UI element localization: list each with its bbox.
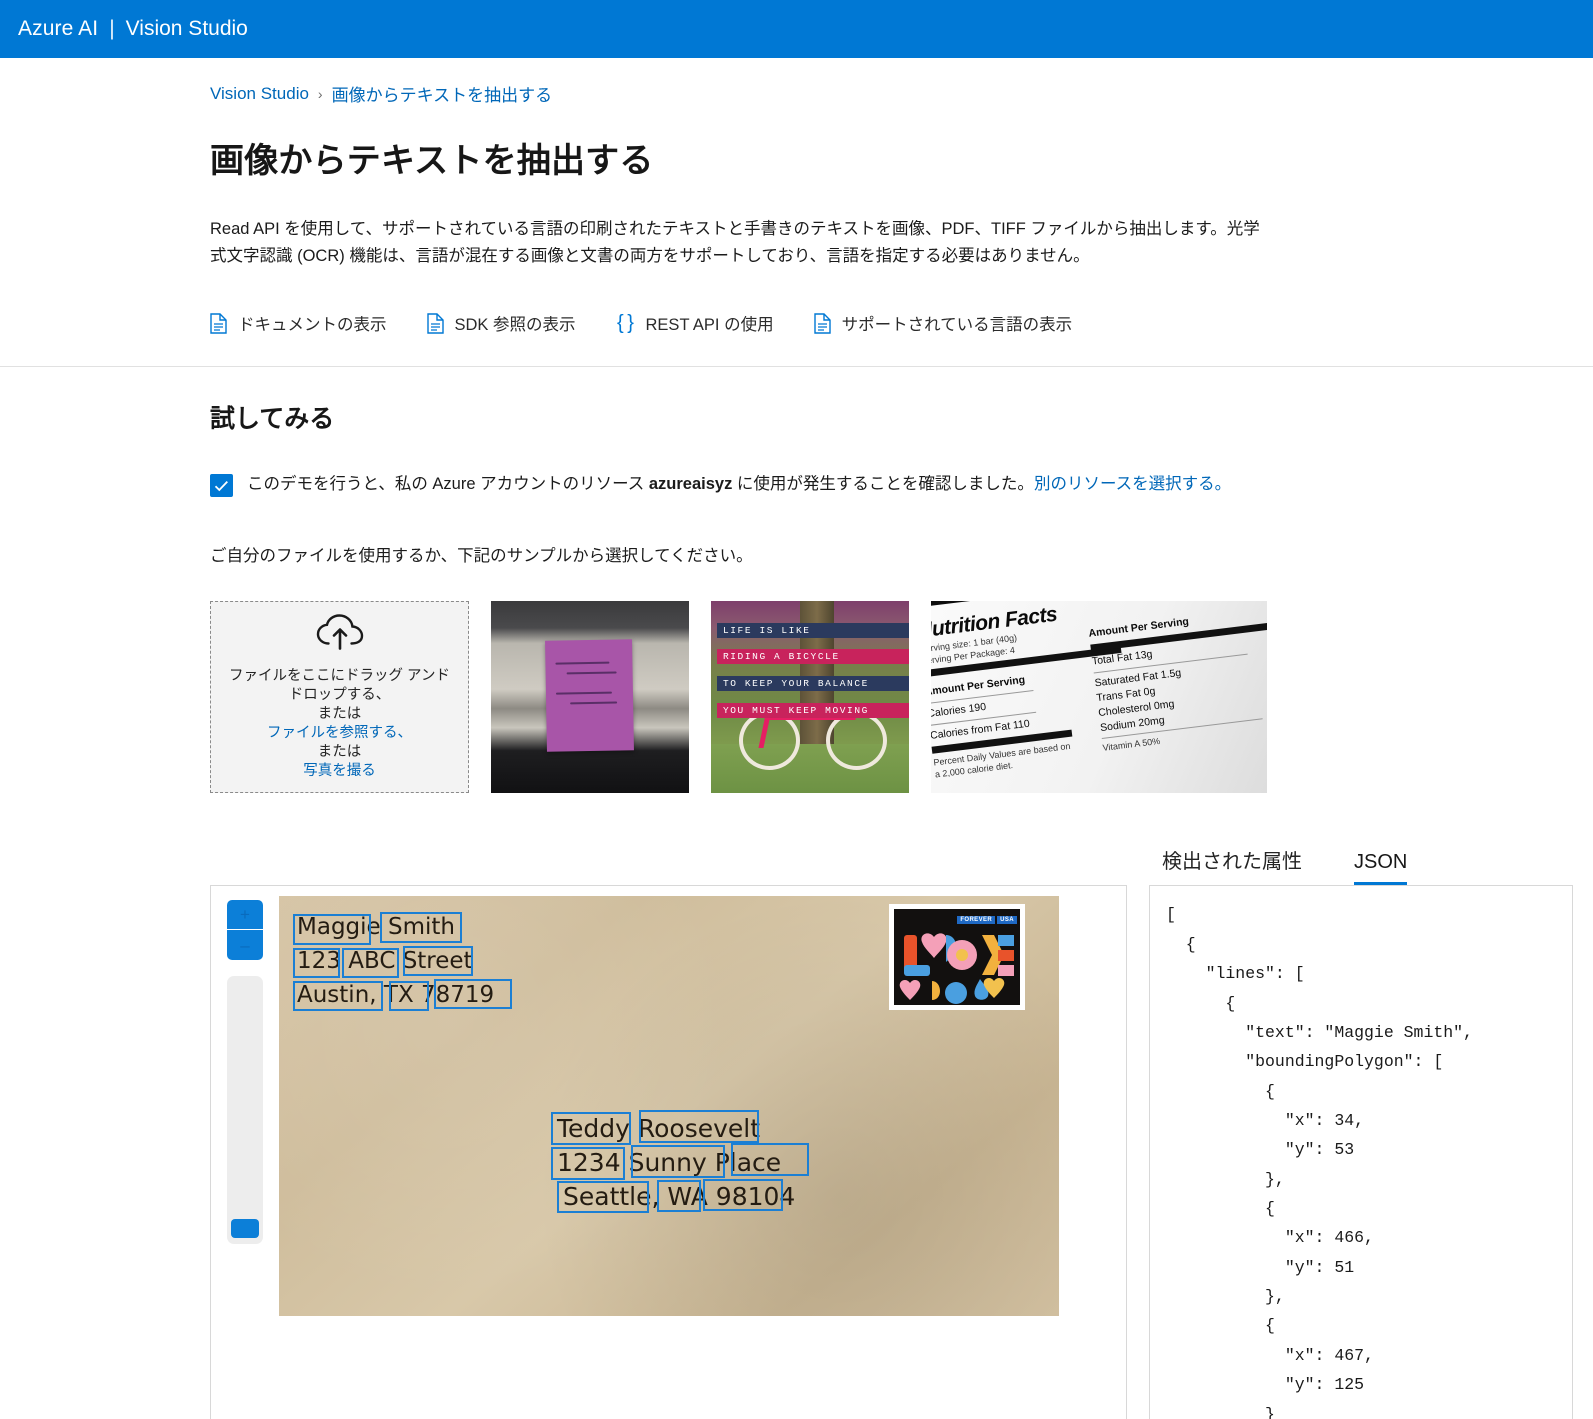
sample-thumbnail-bicycle[interactable]: LIFE IS LIKE RIDING A BICYCLE TO KEEP YO… bbox=[711, 601, 909, 794]
doc-link-label: SDK 参照の表示 bbox=[454, 316, 576, 335]
detection-box bbox=[389, 981, 429, 1012]
choose-file-instruction: ご自分のファイルを使用するか、下記のサンプルから選択してください。 bbox=[210, 547, 753, 566]
nutrition-right-column: Amount Per Serving Total Fat 13g Saturat… bbox=[1088, 605, 1267, 755]
sample-thumbnail-sticky-note[interactable] bbox=[491, 601, 689, 794]
results-area: + – Maggie Smith 123 ABC Street Austin, … bbox=[0, 833, 1573, 1419]
page-description: Read API を使用して、サポートされている言語の印刷されたテキストと手書き… bbox=[210, 220, 1260, 265]
consent-text: このデモを行うと、私の Azure アカウントのリソース azureaisyz … bbox=[247, 473, 1231, 496]
page-title: 画像からテキストを抽出する bbox=[210, 142, 654, 180]
view-sdk-reference-link[interactable]: SDK 参照の表示 bbox=[426, 311, 576, 335]
detection-box bbox=[403, 946, 473, 977]
section-divider bbox=[0, 366, 1593, 368]
zoom-slider-handle[interactable] bbox=[231, 1219, 259, 1239]
postage-stamp: FOREVER USA bbox=[889, 904, 1025, 1011]
nutrition-label-graphic: Nutrition Facts Serving size: 1 bar (40g… bbox=[931, 601, 1267, 794]
braces-icon: { } bbox=[617, 311, 634, 334]
resource-name: azureaisyz bbox=[648, 475, 733, 494]
consent-text-post: に使用が発生することを確認しました。 bbox=[732, 475, 1034, 494]
dropzone-instruction: ファイルをここにドラッグ アンド ドロップする、 bbox=[229, 667, 450, 703]
doc-link-label: REST API の使用 bbox=[645, 316, 774, 335]
document-icon bbox=[813, 313, 831, 334]
use-rest-api-link[interactable]: { } REST API の使用 bbox=[616, 311, 774, 335]
detection-box bbox=[293, 981, 383, 1012]
zoom-controls: + – bbox=[227, 900, 263, 1245]
brand-label: Azure AI bbox=[18, 17, 99, 40]
sticky-note-graphic bbox=[545, 639, 635, 752]
zoom-in-button[interactable]: + bbox=[227, 900, 263, 931]
poster-line-3: TO KEEP YOUR BALANCE bbox=[716, 676, 909, 692]
detection-box bbox=[293, 948, 340, 979]
dropzone-or-2: または bbox=[317, 744, 362, 761]
breadcrumb-current-link[interactable]: 画像からテキストを抽出する bbox=[332, 81, 553, 106]
app-header: Azure AI | Vision Studio bbox=[0, 0, 1593, 58]
change-resource-link[interactable]: 別のリソースを選択する。 bbox=[1034, 475, 1231, 493]
detection-box bbox=[557, 1181, 649, 1214]
view-supported-languages-link[interactable]: サポートされている言語の表示 bbox=[813, 311, 1073, 335]
zoom-out-button[interactable]: – bbox=[227, 930, 263, 961]
chevron-right-icon: › bbox=[317, 85, 323, 102]
detection-box bbox=[434, 979, 512, 1010]
document-icon bbox=[210, 313, 227, 334]
zoom-button-group: + – bbox=[227, 900, 263, 961]
detection-box bbox=[342, 948, 399, 979]
json-output-panel[interactable]: [ { "lines": [ { "text": "Maggie Smith",… bbox=[1149, 885, 1573, 1419]
zoom-slider-track[interactable] bbox=[227, 976, 263, 1245]
detection-box bbox=[731, 1143, 809, 1177]
sample-thumbnail-nutrition-facts[interactable]: Nutrition Facts Serving size: 1 bar (40g… bbox=[931, 601, 1267, 794]
nutrition-amount-per-serving: Amount Per Serving bbox=[931, 674, 1026, 699]
doc-links-row: ドキュメントの表示 SDK 参照の表示 { } REST API の使用 サポー… bbox=[210, 311, 1573, 335]
doc-link-label: サポートされている言語の表示 bbox=[841, 316, 1073, 335]
poster-line-2: RIDING A BICYCLE bbox=[716, 649, 909, 665]
page-content: Vision Studio › 画像からテキストを抽出する 画像からテキストを抽… bbox=[0, 81, 1593, 1419]
detection-box bbox=[380, 912, 462, 944]
stamp-forever-label: FOREVER bbox=[957, 916, 996, 925]
samples-row: ファイルをここにドラッグ アンド ドロップする、 または ファイルを参照する、 … bbox=[210, 601, 1573, 794]
bicycle-frame-graphic bbox=[759, 714, 858, 748]
envelope-image[interactable]: Maggie Smith 123 ABC Street Austin, TX 7… bbox=[279, 896, 1059, 1317]
detection-box bbox=[703, 1179, 783, 1212]
cloud-upload-icon bbox=[316, 613, 364, 656]
try-it-heading: 試してみる bbox=[210, 405, 335, 434]
detection-box bbox=[631, 1145, 725, 1179]
product-label: Vision Studio bbox=[125, 17, 248, 40]
stamp-artwork: FOREVER USA bbox=[894, 909, 1020, 1006]
detection-box bbox=[639, 1110, 759, 1144]
view-documentation-link[interactable]: ドキュメントの表示 bbox=[210, 311, 387, 335]
poster-line-4: YOU MUST KEEP MOVING bbox=[716, 703, 909, 719]
breadcrumb: Vision Studio › 画像からテキストを抽出する bbox=[210, 81, 1573, 106]
breadcrumb-root-link[interactable]: Vision Studio bbox=[210, 84, 309, 104]
stamp-denomination: FOREVER USA bbox=[957, 916, 1017, 925]
browse-files-link[interactable]: ファイルを参照する、 bbox=[267, 724, 412, 743]
detection-box bbox=[551, 1112, 631, 1146]
image-viewer-panel: + – Maggie Smith 123 ABC Street Austin, … bbox=[210, 885, 1127, 1419]
take-photo-link[interactable]: 写真を撮る bbox=[303, 762, 376, 781]
file-dropzone[interactable]: ファイルをここにドラッグ アンド ドロップする、 または ファイルを参照する、 … bbox=[210, 601, 469, 794]
detection-box bbox=[657, 1180, 701, 1213]
check-icon bbox=[214, 480, 228, 492]
consent-row: このデモを行うと、私の Azure アカウントのリソース azureaisyz … bbox=[210, 473, 1573, 498]
detection-box bbox=[551, 1147, 625, 1181]
consent-checkbox[interactable] bbox=[210, 474, 233, 498]
image-viewer-column: + – Maggie Smith 123 ABC Street Austin, … bbox=[210, 833, 1127, 1419]
json-output-text: [ { "lines": [ { "text": "Maggie Smith",… bbox=[1166, 905, 1473, 1419]
tab-detected-attributes[interactable]: 検出された属性 bbox=[1162, 845, 1302, 885]
consent-text-pre: このデモを行うと、私の Azure アカウントのリソース bbox=[247, 475, 649, 494]
doc-link-label: ドキュメントの表示 bbox=[238, 316, 387, 335]
detection-box bbox=[293, 914, 371, 946]
poster-line-1: LIFE IS LIKE bbox=[716, 622, 909, 638]
brand-separator: | bbox=[109, 17, 115, 40]
dropzone-or-1: または bbox=[317, 705, 362, 722]
stamp-usa-label: USA bbox=[997, 916, 1017, 925]
tab-json[interactable]: JSON bbox=[1354, 851, 1408, 886]
document-icon bbox=[426, 313, 444, 334]
results-json-column: 検出された属性 JSON [ { "lines": [ { "text": "M… bbox=[1149, 833, 1573, 1419]
results-tabs: 検出された属性 JSON bbox=[1149, 833, 1573, 886]
